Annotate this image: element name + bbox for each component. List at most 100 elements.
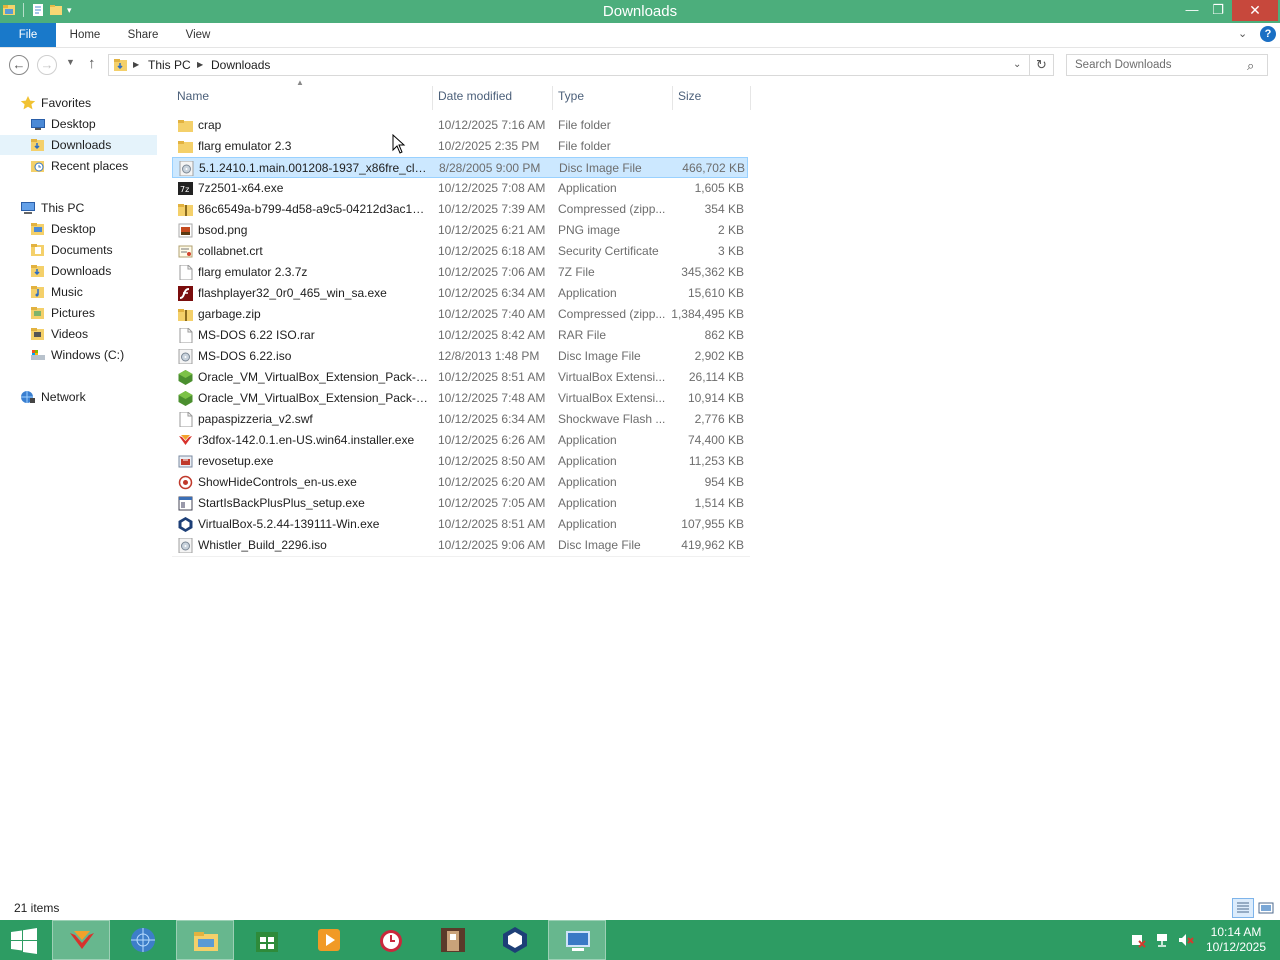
- sidebar-item-network[interactable]: Network: [20, 387, 86, 407]
- column-header-size[interactable]: Size: [678, 86, 701, 108]
- tab-home[interactable]: Home: [62, 23, 108, 47]
- file-row[interactable]: Oracle_VM_VirtualBox_Extension_Pack-6...…: [172, 388, 748, 409]
- up-arrow-icon[interactable]: ↑: [88, 55, 96, 72]
- file-size: 354 KB: [704, 202, 744, 216]
- taskbar-app-button[interactable]: [114, 920, 172, 960]
- file-row[interactable]: MS-DOS 6.22 ISO.rar 10/12/2025 8:42 AM RAR…: [172, 325, 748, 346]
- breadcrumb-chevron-icon[interactable]: ▶: [197, 60, 203, 69]
- taskbar-app-button[interactable]: [176, 920, 234, 960]
- network-icon[interactable]: [1154, 932, 1170, 948]
- file-row[interactable]: 5.1.2410.1.main.001208-1937_x86fre_clien…: [172, 157, 748, 178]
- column-header-date-modified[interactable]: Date modified: [438, 86, 512, 108]
- tab-file[interactable]: File: [0, 23, 56, 47]
- taskbar-clock[interactable]: 10:14 AM 10/12/2025: [1196, 925, 1276, 955]
- taskbar-app-button[interactable]: [424, 920, 482, 960]
- column-divider[interactable]: [750, 86, 751, 110]
- sidebar-item-label: Videos: [51, 327, 89, 341]
- sidebar-item-documents[interactable]: Documents: [30, 240, 113, 260]
- sidebar-item-label: Downloads: [51, 264, 112, 278]
- sidebar-item-pc-desktop[interactable]: Desktop: [30, 219, 96, 239]
- file-row[interactable]: revosetup.exe 10/12/2025 8:50 AM Applicati…: [172, 451, 748, 472]
- sidebar-item-recent-places[interactable]: Recent places: [30, 156, 128, 176]
- file-row[interactable]: r3dfox-142.0.1.en-US.win64.installer.exe…: [172, 430, 748, 451]
- close-button[interactable]: ✕: [1232, 0, 1278, 21]
- search-input[interactable]: Search Downloads: [1075, 59, 1172, 71]
- file-row[interactable]: papaspizzeria_v2.swf 10/12/2025 6:34 AM Sh…: [172, 409, 748, 430]
- file-date-modified: 10/12/2025 7:39 AM: [438, 202, 546, 216]
- file-row[interactable]: garbage.zip 10/12/2025 7:40 AM Compressed …: [172, 304, 748, 325]
- sidebar-item-desktop[interactable]: Desktop: [30, 114, 96, 134]
- file-type: File folder: [558, 139, 611, 153]
- taskbar-app-button[interactable]: [486, 920, 544, 960]
- file-row[interactable]: flarg emulator 2.3 10/2/2025 2:35 PM File …: [172, 136, 748, 157]
- sidebar-item-favorites[interactable]: Favorites: [20, 93, 91, 113]
- taskbar-app-button[interactable]: [548, 920, 606, 960]
- column-header-type[interactable]: Type: [558, 86, 584, 108]
- column-divider[interactable]: [672, 86, 673, 110]
- tab-view[interactable]: View: [178, 23, 218, 47]
- address-bar[interactable]: ▶ This PC ▶ Downloads ⌄: [108, 54, 1030, 76]
- sidebar-item-pc-downloads[interactable]: Downloads: [30, 261, 111, 281]
- taskbar-app-button[interactable]: [362, 920, 420, 960]
- folder-icon: [178, 141, 193, 153]
- file-type: Disc Image File: [558, 349, 641, 363]
- refresh-icon: ↻: [1036, 57, 1047, 72]
- start-button[interactable]: [10, 928, 38, 954]
- taskbar-app-button[interactable]: [238, 920, 296, 960]
- file-row[interactable]: 7z 7z2501-x64.exe 10/12/2025 7:08 AM Applic…: [172, 178, 748, 199]
- minimize-button[interactable]: —: [1178, 0, 1206, 21]
- column-divider[interactable]: [552, 86, 553, 110]
- refresh-button[interactable]: ↻: [1030, 54, 1054, 76]
- action-center-icon[interactable]: [1130, 932, 1146, 948]
- details-view-button[interactable]: [1232, 898, 1254, 918]
- file-row[interactable]: MS-DOS 6.22.iso 12/8/2013 1:48 PM Disc Ima…: [172, 346, 748, 367]
- file-date-modified: 10/12/2025 6:21 AM: [438, 223, 546, 237]
- sidebar-item-downloads-favorite[interactable]: Downloads: [0, 135, 157, 155]
- search-box[interactable]: Search Downloads ⌕: [1066, 54, 1268, 76]
- file-row[interactable]: flarg emulator 2.3.7z 10/12/2025 7:06 AM 7…: [172, 262, 748, 283]
- breadcrumb-this-pc[interactable]: This PC: [148, 58, 191, 72]
- taskbar-app-button[interactable]: [52, 920, 110, 960]
- forward-button[interactable]: →: [37, 55, 57, 75]
- file-row[interactable]: Whistler_Build_2296.iso 10/12/2025 9:06 A…: [172, 535, 748, 556]
- file-size: 862 KB: [704, 328, 744, 342]
- file-row[interactable]: StartIsBackPlusPlus_setup.exe 10/12/2025 …: [172, 493, 748, 514]
- file-type: Application: [558, 286, 617, 300]
- back-button[interactable]: ←: [9, 55, 29, 75]
- breadcrumb-chevron-icon[interactable]: ▶: [133, 60, 139, 69]
- file-row[interactable]: bsod.png 10/12/2025 6:21 AM PNG image 2 KB: [172, 220, 748, 241]
- file-size: 1,514 KB: [694, 496, 744, 510]
- file-row[interactable]: VirtualBox-5.2.44-139111-Win.exe 10/12/20…: [172, 514, 748, 535]
- list-divider: [172, 556, 750, 557]
- file-row[interactable]: ShowHideControls_en-us.exe 10/12/2025 6:2…: [172, 472, 748, 493]
- expand-ribbon-chevron-icon[interactable]: ⌄: [1238, 27, 1247, 40]
- maximize-button[interactable]: ❐: [1204, 0, 1232, 21]
- column-header-name[interactable]: Name: [177, 86, 209, 108]
- file-row[interactable]: crap 10/12/2025 7:16 AM File folder: [172, 115, 748, 136]
- file-row[interactable]: collabnet.crt 10/12/2025 6:18 AM Security …: [172, 241, 748, 262]
- address-dropdown-chevron-icon[interactable]: ⌄: [1013, 59, 1021, 70]
- file-row[interactable]: 86c6549a-b799-4d58-a9c5-04212d3ac17e... 1…: [172, 199, 748, 220]
- sidebar-item-pictures[interactable]: Pictures: [30, 303, 95, 323]
- sidebar-item-music[interactable]: Music: [30, 282, 83, 302]
- file-size: 107,955 KB: [681, 517, 744, 531]
- large-icons-view-button[interactable]: [1256, 899, 1276, 917]
- file-row[interactable]: flashplayer32_0r0_465_win_sa.exe 10/12/20…: [172, 283, 748, 304]
- volume-muted-icon[interactable]: [1178, 932, 1194, 948]
- search-icon[interactable]: ⌕: [1247, 58, 1254, 74]
- file-size: 345,362 KB: [681, 265, 744, 279]
- downloads-location-icon: [114, 59, 127, 71]
- breadcrumb-downloads[interactable]: Downloads: [211, 58, 270, 72]
- sidebar-item-label: Pictures: [51, 306, 96, 320]
- file-row[interactable]: Oracle_VM_VirtualBox_Extension_Pack-5...…: [172, 367, 748, 388]
- sidebar-item-videos[interactable]: Videos: [30, 324, 88, 344]
- column-divider[interactable]: [432, 86, 433, 110]
- sidebar-item-windows-c[interactable]: Windows (C:): [30, 345, 124, 365]
- certificate-icon: [178, 245, 193, 258]
- recent-locations-chevron-icon[interactable]: ▼: [66, 57, 75, 67]
- taskbar-app-button[interactable]: [300, 920, 358, 960]
- file-name: VirtualBox-5.2.44-139111-Win.exe: [198, 517, 380, 531]
- sidebar-item-this-pc[interactable]: This PC: [20, 198, 84, 218]
- help-icon[interactable]: ?: [1260, 26, 1276, 42]
- tab-share[interactable]: Share: [120, 23, 166, 47]
